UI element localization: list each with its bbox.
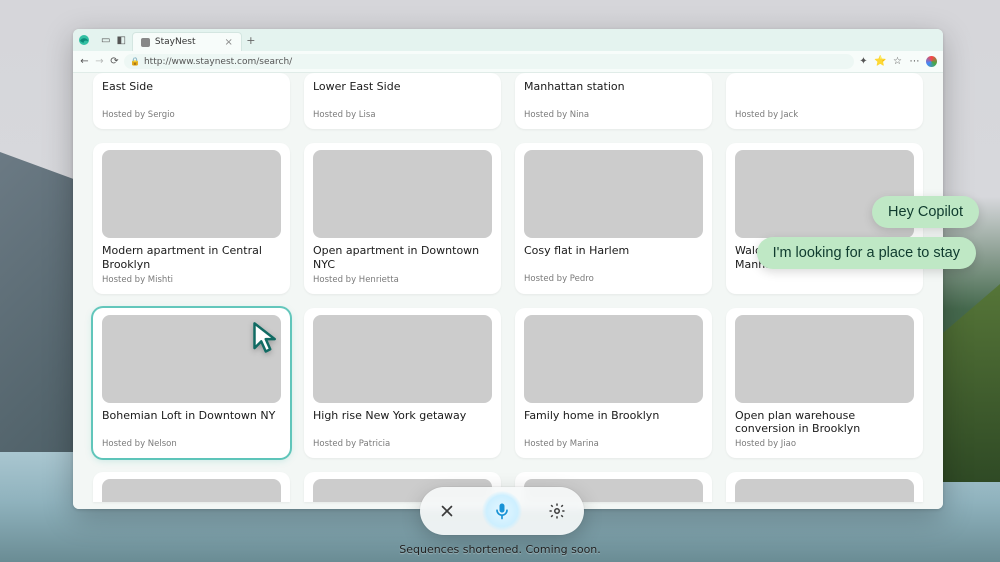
disclaimer-text: Sequences shortened. Coming soon. — [0, 543, 1000, 556]
listing-title: Family home in Brooklyn — [524, 409, 703, 436]
listing-image — [102, 315, 281, 403]
listing-image — [313, 150, 492, 238]
listing-title: East Side — [102, 80, 281, 107]
listing-title: Open apartment in Downtown NYC — [313, 244, 492, 272]
browser-address-bar: ← → ⟳ 🔒 http://www.staynest.com/search/ … — [73, 51, 943, 73]
page-content: East Side Hosted by Sergio Lower East Si… — [73, 73, 943, 509]
listing-grid: East Side Hosted by Sergio Lower East Si… — [93, 73, 923, 502]
copilot-bubble-text: I'm looking for a place to stay — [773, 245, 960, 261]
listing-title: Open plan warehouse conversion in Brookl… — [735, 409, 914, 437]
url-field[interactable]: 🔒 http://www.staynest.com/search/ — [124, 54, 854, 69]
listing-title: Lower East Side — [313, 80, 492, 107]
browser-titlebar: ▭ ◧ StayNest × + — [73, 29, 943, 51]
listing-host: Hosted by Nina — [524, 110, 703, 120]
listing-title: Bohemian Loft in Downtown NY — [102, 409, 281, 436]
listing-host: Hosted by Lisa — [313, 110, 492, 120]
refresh-icon[interactable]: ⟳ — [109, 56, 120, 67]
listing-title: Cosy flat in Harlem — [524, 244, 703, 271]
listing-card[interactable]: East Side Hosted by Sergio — [93, 73, 290, 129]
listing-title: Modern apartment in Central Brooklyn — [102, 244, 281, 272]
tab-title: StayNest — [155, 37, 196, 47]
listing-image — [524, 315, 703, 403]
listing-host: Hosted by Patricia — [313, 439, 492, 449]
tabs-icon[interactable]: ◧ — [116, 35, 125, 46]
listing-title: Manhattan station — [524, 80, 703, 107]
listing-card[interactable]: Open plan warehouse conversion in Brookl… — [726, 308, 923, 459]
listing-title — [735, 80, 914, 107]
listing-host: Hosted by Henrietta — [313, 275, 492, 285]
listing-image — [735, 479, 914, 502]
listing-card[interactable] — [726, 472, 923, 502]
voice-close-button[interactable] — [427, 491, 467, 531]
new-tab-button[interactable]: + — [242, 29, 260, 51]
read-aloud-icon[interactable]: ✦ — [858, 56, 869, 67]
listing-host: Hosted by Jack — [735, 110, 914, 120]
listing-card[interactable]: High rise New York getaway Hosted by Pat… — [304, 308, 501, 459]
tab-group-icons[interactable]: ▭ ◧ — [95, 29, 132, 51]
listing-host: Hosted by Mishti — [102, 275, 281, 285]
browser-window: ▭ ◧ StayNest × + ← → ⟳ 🔒 http://www.stay… — [73, 29, 943, 509]
forward-icon[interactable]: → — [94, 56, 105, 67]
listing-card[interactable]: Cosy flat in Harlem Hosted by Pedro — [515, 143, 712, 294]
browser-tab[interactable]: StayNest × — [132, 32, 242, 51]
listing-host: Hosted by Pedro — [524, 274, 703, 284]
listing-card[interactable] — [93, 472, 290, 502]
profile-avatar[interactable] — [926, 56, 937, 67]
listing-image — [735, 315, 914, 403]
edge-logo-icon — [73, 29, 95, 51]
listing-card[interactable]: Manhattan station Hosted by Nina — [515, 73, 712, 129]
workspace-icon[interactable]: ▭ — [101, 35, 110, 46]
voice-settings-button[interactable] — [537, 491, 577, 531]
tab-favicon — [141, 38, 150, 47]
listing-title: High rise New York getaway — [313, 409, 492, 436]
voice-mic-button[interactable] — [482, 491, 522, 531]
listing-image — [102, 150, 281, 238]
listing-card[interactable]: Hosted by Jack — [726, 73, 923, 129]
favorites-icon[interactable]: ⭐ — [875, 56, 886, 67]
copilot-bubble: Hey Copilot — [872, 196, 979, 228]
copilot-bubble: I'm looking for a place to stay — [757, 237, 976, 269]
tab-close-icon[interactable]: × — [225, 37, 233, 48]
listing-card[interactable]: Open apartment in Downtown NYC Hosted by… — [304, 143, 501, 294]
listing-host: Hosted by Marina — [524, 439, 703, 449]
collections-icon[interactable]: ☆ — [892, 56, 903, 67]
listing-card[interactable]: Modern apartment in Central Brooklyn Hos… — [93, 143, 290, 294]
listing-host: Hosted by Sergio — [102, 110, 281, 120]
voice-control-pill — [420, 487, 584, 535]
listing-image — [313, 315, 492, 403]
menu-icon[interactable]: ⋯ — [909, 56, 920, 67]
listing-host: Hosted by Jiao — [735, 439, 914, 449]
lock-icon: 🔒 — [130, 57, 140, 66]
back-icon[interactable]: ← — [79, 56, 90, 67]
listing-card[interactable]: Lower East Side Hosted by Lisa — [304, 73, 501, 129]
listing-host: Hosted by Nelson — [102, 439, 281, 449]
listing-image — [524, 150, 703, 238]
url-text: http://www.staynest.com/search/ — [144, 57, 292, 67]
listing-image — [102, 479, 281, 502]
listing-card-highlighted[interactable]: Bohemian Loft in Downtown NY Hosted by N… — [93, 308, 290, 459]
listing-card[interactable]: Family home in Brooklyn Hosted by Marina — [515, 308, 712, 459]
copilot-bubble-text: Hey Copilot — [888, 204, 963, 220]
